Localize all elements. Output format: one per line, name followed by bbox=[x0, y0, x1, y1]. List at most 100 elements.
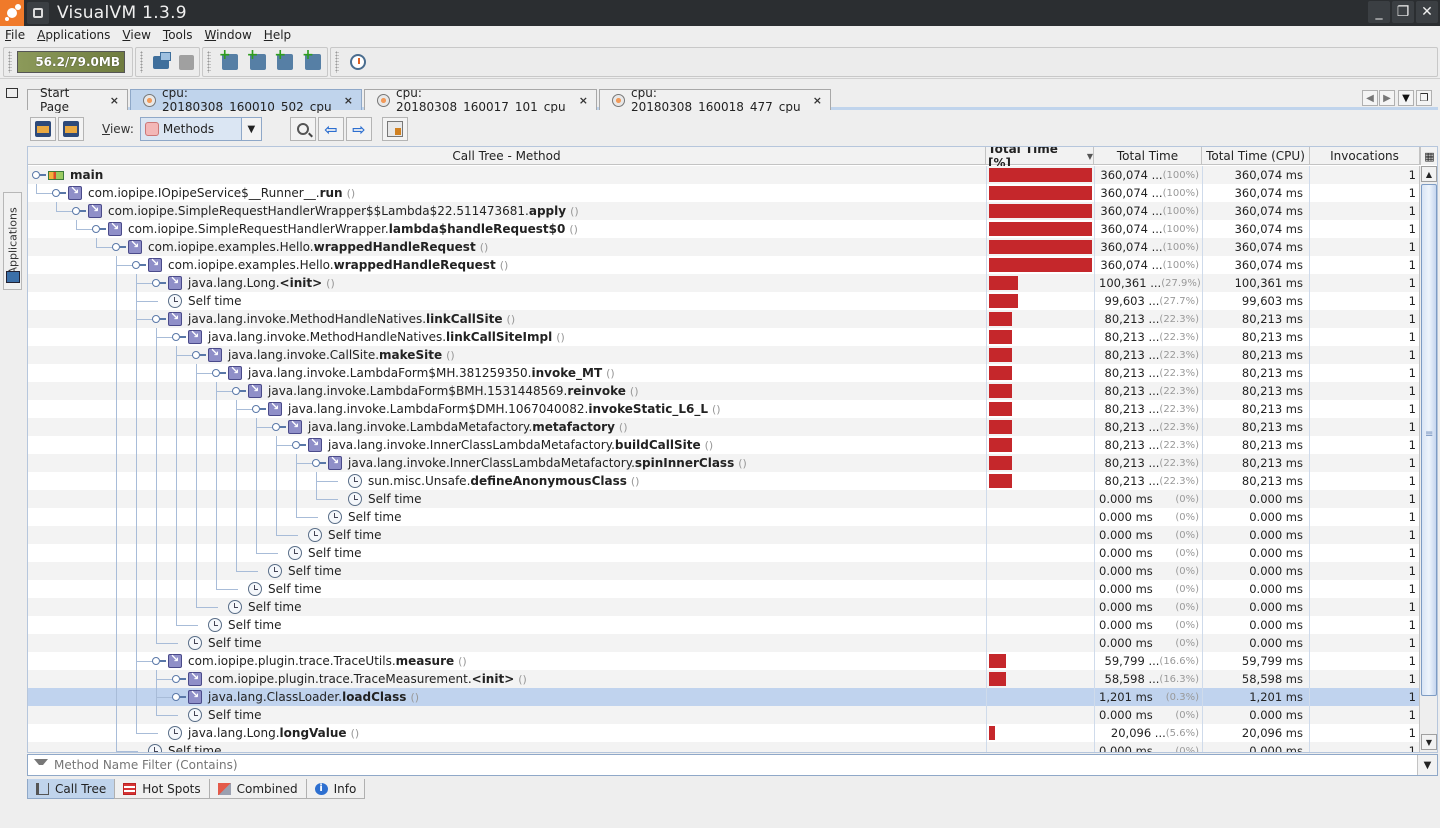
document-tab[interactable]: cpu: 20180308_160018_477_cpu × bbox=[599, 86, 831, 114]
table-row[interactable]: java.lang.invoke.MethodHandleNatives.lin… bbox=[28, 328, 1420, 346]
collapse-node-icon[interactable] bbox=[132, 261, 146, 269]
table-row[interactable]: com.iopipe.SimpleRequestHandlerWrapper$$… bbox=[28, 202, 1420, 220]
method-filter-input[interactable] bbox=[54, 758, 1417, 772]
collapse-node-icon[interactable] bbox=[152, 657, 166, 665]
column-selector-icon[interactable]: ▦ bbox=[1420, 147, 1437, 165]
save-snapshot-button[interactable] bbox=[178, 52, 195, 72]
collapse-node-icon[interactable] bbox=[32, 171, 46, 179]
table-row[interactable]: java.lang.Long.<init>() 100,361 ...(27.9%… bbox=[28, 274, 1420, 292]
vertical-scrollbar[interactable]: ▲ ▼ bbox=[1419, 166, 1437, 752]
memory-indicator[interactable]: 56.2/79.0MB bbox=[17, 51, 125, 73]
menu-tools[interactable]: Tools bbox=[163, 28, 193, 42]
menu-applications[interactable]: Applications bbox=[37, 28, 110, 42]
table-row[interactable]: java.lang.invoke.LambdaForm$BMH.15314485… bbox=[28, 382, 1420, 400]
table-row[interactable]: java.lang.invoke.CallSite.makeSite() 80,2… bbox=[28, 346, 1420, 364]
find-next-button[interactable]: ⇨ bbox=[345, 117, 372, 141]
collapse-node-icon[interactable] bbox=[192, 351, 206, 359]
tab-call-tree[interactable]: Call Tree bbox=[27, 779, 116, 799]
collapse-node-icon[interactable] bbox=[212, 369, 226, 377]
table-row[interactable]: com.iopipe.SimpleRequestHandlerWrapper.l… bbox=[28, 220, 1420, 238]
export-image-button[interactable] bbox=[58, 117, 84, 141]
expand-node-icon[interactable] bbox=[172, 693, 186, 701]
table-row[interactable]: Self time 0.000 ms (0%) 0.000 ms 1 bbox=[28, 508, 1420, 526]
table-row[interactable]: com.iopipe.examples.Hello.wrappedHandleR… bbox=[28, 238, 1420, 256]
maximize-window-button[interactable]: ❐ bbox=[1416, 90, 1432, 106]
scroll-down-button[interactable]: ▼ bbox=[1421, 734, 1437, 750]
find-button[interactable] bbox=[289, 117, 316, 141]
restore-window-group-icon[interactable] bbox=[6, 88, 18, 98]
close-tab-icon[interactable]: × bbox=[344, 94, 353, 107]
column-header-total-time[interactable]: Total Time bbox=[1094, 147, 1202, 165]
tab-info[interactable]: i Info bbox=[305, 779, 366, 799]
collapse-node-icon[interactable] bbox=[292, 441, 306, 449]
table-row[interactable]: Self time 0.000 ms (0%) 0.000 ms 1 bbox=[28, 742, 1420, 752]
table-row[interactable]: java.lang.ClassLoader.loadClass() 1,201 m… bbox=[28, 688, 1420, 706]
table-row[interactable]: Self time 0.000 ms (0%) 0.000 ms 1 bbox=[28, 598, 1420, 616]
collapse-node-icon[interactable] bbox=[92, 225, 106, 233]
table-row[interactable]: Self time 0.000 ms (0%) 0.000 ms 1 bbox=[28, 634, 1420, 652]
table-row[interactable]: com.iopipe.plugin.trace.TraceUtils.measu… bbox=[28, 652, 1420, 670]
toolbar-grip[interactable] bbox=[335, 51, 339, 73]
collapse-node-icon[interactable] bbox=[172, 333, 186, 341]
collapse-node-icon[interactable] bbox=[112, 243, 126, 251]
save-snapshot-button[interactable] bbox=[30, 117, 56, 141]
table-row[interactable]: Self time 0.000 ms (0%) 0.000 ms 1 bbox=[28, 544, 1420, 562]
add-snapshot-button[interactable] bbox=[302, 47, 323, 72]
document-tab[interactable]: cpu: 20180308_160017_101_cpu × bbox=[364, 86, 597, 114]
table-row[interactable]: java.lang.invoke.MethodHandleNatives.lin… bbox=[28, 310, 1420, 328]
scrollbar-thumb[interactable] bbox=[1421, 184, 1437, 696]
menu-window[interactable]: Window bbox=[204, 28, 251, 42]
table-row[interactable]: Self time 0.000 ms (0%) 0.000 ms 1 bbox=[28, 490, 1420, 508]
table-row[interactable]: Self time 99,603 ... (27.7%) 99,603 ms 1 bbox=[28, 292, 1420, 310]
column-header-method[interactable]: Call Tree - Method bbox=[28, 147, 986, 165]
add-jmx-connection-button[interactable] bbox=[247, 47, 268, 72]
applications-side-tab[interactable]: Applications bbox=[3, 192, 22, 290]
collapse-node-icon[interactable] bbox=[72, 207, 86, 215]
toolbar-grip[interactable] bbox=[140, 51, 144, 73]
tab-hot-spots[interactable]: Hot Spots bbox=[114, 779, 210, 799]
table-row[interactable]: java.lang.Long. longValue() 20,096 ... (5.6… bbox=[28, 724, 1420, 742]
toolbar-grip[interactable] bbox=[8, 51, 12, 73]
load-snapshot-button[interactable] bbox=[152, 51, 172, 72]
minimize-button[interactable]: _ bbox=[1368, 1, 1390, 23]
collapse-node-icon[interactable] bbox=[152, 315, 166, 323]
table-row[interactable]: com.iopipe.plugin.trace.TraceMeasurement… bbox=[28, 670, 1420, 688]
table-row[interactable]: java.lang.invoke.InnerClassLambdaMetafac… bbox=[28, 436, 1420, 454]
document-tab[interactable]: Start Page × bbox=[27, 86, 128, 114]
collapse-node-icon[interactable] bbox=[232, 387, 246, 395]
close-tab-icon[interactable]: × bbox=[579, 94, 588, 107]
table-row[interactable]: java.lang.invoke.LambdaForm$MH.381259350… bbox=[28, 364, 1420, 382]
close-tab-icon[interactable]: × bbox=[110, 94, 119, 107]
visualvm-logo-icon[interactable] bbox=[0, 0, 24, 26]
expand-node-icon[interactable] bbox=[172, 675, 186, 683]
filter-history-dropdown[interactable]: ▼ bbox=[1417, 755, 1437, 775]
table-row[interactable]: Self time 0.000 ms (0%) 0.000 ms 1 bbox=[28, 562, 1420, 580]
add-remote-host-button[interactable] bbox=[219, 47, 240, 72]
column-header-invocations[interactable]: Invocations bbox=[1310, 147, 1420, 165]
tab-combined[interactable]: Combined bbox=[208, 779, 307, 799]
scroll-tabs-right-button[interactable]: ▶ bbox=[1379, 90, 1395, 106]
table-row[interactable]: com.iopipe.IOpipeService$__Runner__.run(… bbox=[28, 184, 1420, 202]
menu-view[interactable]: View bbox=[122, 28, 150, 42]
collapse-node-icon[interactable] bbox=[312, 459, 326, 467]
collapse-node-icon[interactable] bbox=[252, 405, 266, 413]
window-menu-icon[interactable] bbox=[27, 2, 49, 24]
menu-help[interactable]: Help bbox=[264, 28, 291, 42]
toolbar-grip[interactable] bbox=[207, 51, 211, 73]
chevron-down-icon[interactable]: ▼ bbox=[240, 118, 261, 140]
find-previous-button[interactable]: ⇦ bbox=[317, 117, 344, 141]
scroll-tabs-left-button[interactable]: ◀ bbox=[1362, 90, 1378, 106]
profile-startup-button[interactable] bbox=[348, 52, 368, 72]
scroll-up-button[interactable]: ▲ bbox=[1421, 166, 1437, 182]
show-opened-documents-button[interactable]: ▼ bbox=[1398, 90, 1414, 106]
add-core-dump-button[interactable] bbox=[274, 47, 295, 72]
column-header-total-time-percent[interactable]: Total Time [%] ▼ bbox=[986, 147, 1094, 170]
collapse-node-icon[interactable] bbox=[52, 189, 66, 197]
export-report-button[interactable] bbox=[381, 117, 408, 141]
table-row[interactable]: java.lang.invoke.LambdaForm$DMH.10670400… bbox=[28, 400, 1420, 418]
table-row[interactable]: java.lang.invoke.LambdaMetafactory.metaf… bbox=[28, 418, 1420, 436]
document-tab[interactable]: cpu: 20180308_160010_502_cpu × bbox=[130, 86, 362, 114]
expand-node-icon[interactable] bbox=[152, 279, 166, 287]
table-row[interactable]: Self time 0.000 ms (0%) 0.000 ms 1 bbox=[28, 526, 1420, 544]
table-row[interactable]: Self time 0.000 ms (0%) 0.000 ms 1 bbox=[28, 616, 1420, 634]
